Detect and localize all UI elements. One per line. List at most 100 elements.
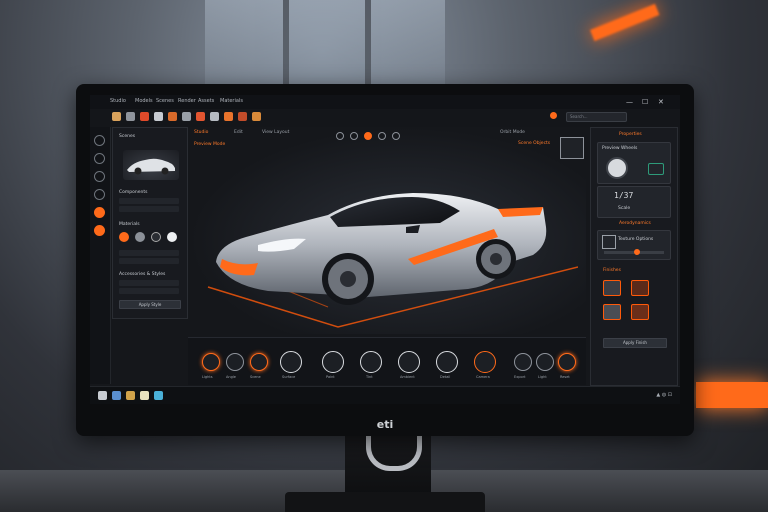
paint-label: Paint [326,375,335,379]
light-button[interactable] [536,353,554,371]
layers-rail-icon[interactable] [94,171,105,182]
notes-icon[interactable] [140,391,149,400]
scale-readout: 1/37 [614,191,634,200]
material-swatch-grey[interactable] [135,232,145,242]
export-button[interactable] [514,353,532,371]
spoiler-icon [602,235,616,249]
detail-button[interactable] [436,351,458,373]
lights-button[interactable] [202,353,220,371]
save-icon[interactable] [126,112,135,121]
materials-heading: Materials [119,222,140,227]
apply-style-button[interactable]: Apply Style [119,300,181,309]
finish-swatch-2[interactable] [631,280,649,296]
material-rail-icon[interactable] [94,225,105,236]
settings-icon[interactable] [238,112,247,121]
asset-preview-card[interactable]: Preview Wheels [597,142,671,184]
rotate-icon[interactable] [336,132,344,140]
tint-button[interactable] [360,351,382,373]
globe-icon[interactable] [94,189,105,200]
reset-label: Reset [560,375,570,379]
mail-icon[interactable] [154,391,163,400]
search-input[interactable]: Search... [566,112,627,122]
material-swatch-white[interactable] [167,232,177,242]
menu-item-render[interactable]: Render [178,98,196,104]
material-swatch-orange[interactable] [119,232,129,242]
surface-button[interactable] [280,351,302,373]
monitor: eti Studio Models Scenes Render Assets M… [76,84,694,436]
3d-viewport[interactable]: Studio Edit View Layout Preview Mode Orb… [188,127,586,334]
components-heading: Components [119,190,148,195]
start-icon[interactable] [98,391,107,400]
camera-button[interactable] [474,351,496,373]
toolbar: Search... [90,109,680,127]
camera-label: Camera [476,375,490,379]
material-row[interactable] [119,258,179,264]
menu-item-models[interactable]: Models [135,98,153,104]
scene-button[interactable] [250,353,268,371]
paint-icon[interactable] [196,112,205,121]
component-row[interactable] [119,206,179,212]
zoom-icon[interactable] [378,132,386,140]
scene-icon[interactable] [94,135,105,146]
tint-preview-icon [648,163,664,175]
aero-slider-thumb[interactable] [634,249,640,255]
paint-rail-icon[interactable] [94,207,105,218]
ambient-button[interactable] [398,351,420,373]
scene-label: Scene [250,375,261,379]
menu-item-assets[interactable]: Assets [198,98,214,104]
finish-swatch-1[interactable] [603,280,621,296]
minimize-icon[interactable]: — [626,98,633,106]
camera-icon[interactable] [154,112,163,121]
left-panel: Scenes Components Materials Accessories … [112,127,188,319]
close-icon[interactable]: ✕ [658,98,664,106]
folder-icon[interactable] [112,112,121,121]
pan-icon[interactable] [350,132,358,140]
paint-button[interactable] [322,351,344,373]
frame-icon[interactable] [392,132,400,140]
angle-label: Angle [226,375,236,379]
menu-item-studio[interactable]: Studio [110,98,126,104]
component-row[interactable] [119,198,179,204]
scale-readout-card: 1/37 Scale [597,186,671,218]
monitor-brand-logo: eti [376,418,394,431]
share-icon[interactable] [252,112,261,121]
finish-swatch-4[interactable] [631,304,649,320]
grid-icon[interactable] [182,112,191,121]
sports-car-model[interactable] [198,167,578,332]
viewport-tab-studio[interactable]: Studio [194,130,208,135]
ambient-orange-light-right [696,382,768,408]
aerodynamics-card[interactable]: Texture Options [597,230,671,260]
accessory-row[interactable] [119,288,179,294]
render-icon[interactable] [140,112,149,121]
scene-thumbnail[interactable] [123,150,179,180]
files-icon[interactable] [126,391,135,400]
monitor-base [285,492,485,512]
menu-bar: Studio Models Scenes Render Assets Mater… [90,95,680,110]
export-icon[interactable] [224,112,233,121]
aerodynamics-title: Aerodynamics [619,221,651,226]
light-icon[interactable] [168,112,177,121]
properties-title: Properties [619,132,642,137]
material-row[interactable] [119,250,179,256]
menu-item-scenes[interactable]: Scenes [156,98,174,104]
ambient-label: Ambient [400,375,415,379]
light-label: Light [538,375,547,379]
apply-finish-button[interactable]: Apply Finish [603,338,667,348]
system-tray[interactable]: ▲ ◍ ⊡ [656,392,672,398]
browser-icon[interactable] [112,391,121,400]
viewport-tab-layout[interactable]: View Layout [262,130,289,135]
finish-swatch-3[interactable] [603,304,621,320]
model-icon[interactable] [94,153,105,164]
tint-label: Tint [366,375,373,379]
angle-button[interactable] [226,353,244,371]
maximize-icon[interactable]: ☐ [642,98,648,106]
view-cube-icon[interactable] [560,137,584,159]
viewport-tab-edit[interactable]: Edit [234,130,243,135]
notification-icon[interactable] [550,112,557,119]
layers-icon[interactable] [210,112,219,121]
accessory-row[interactable] [119,280,179,286]
menu-item-materials[interactable]: Materials [220,98,243,104]
reset-button[interactable] [558,353,576,371]
orbit-icon[interactable] [364,132,372,140]
material-swatch-dark[interactable] [151,232,161,242]
